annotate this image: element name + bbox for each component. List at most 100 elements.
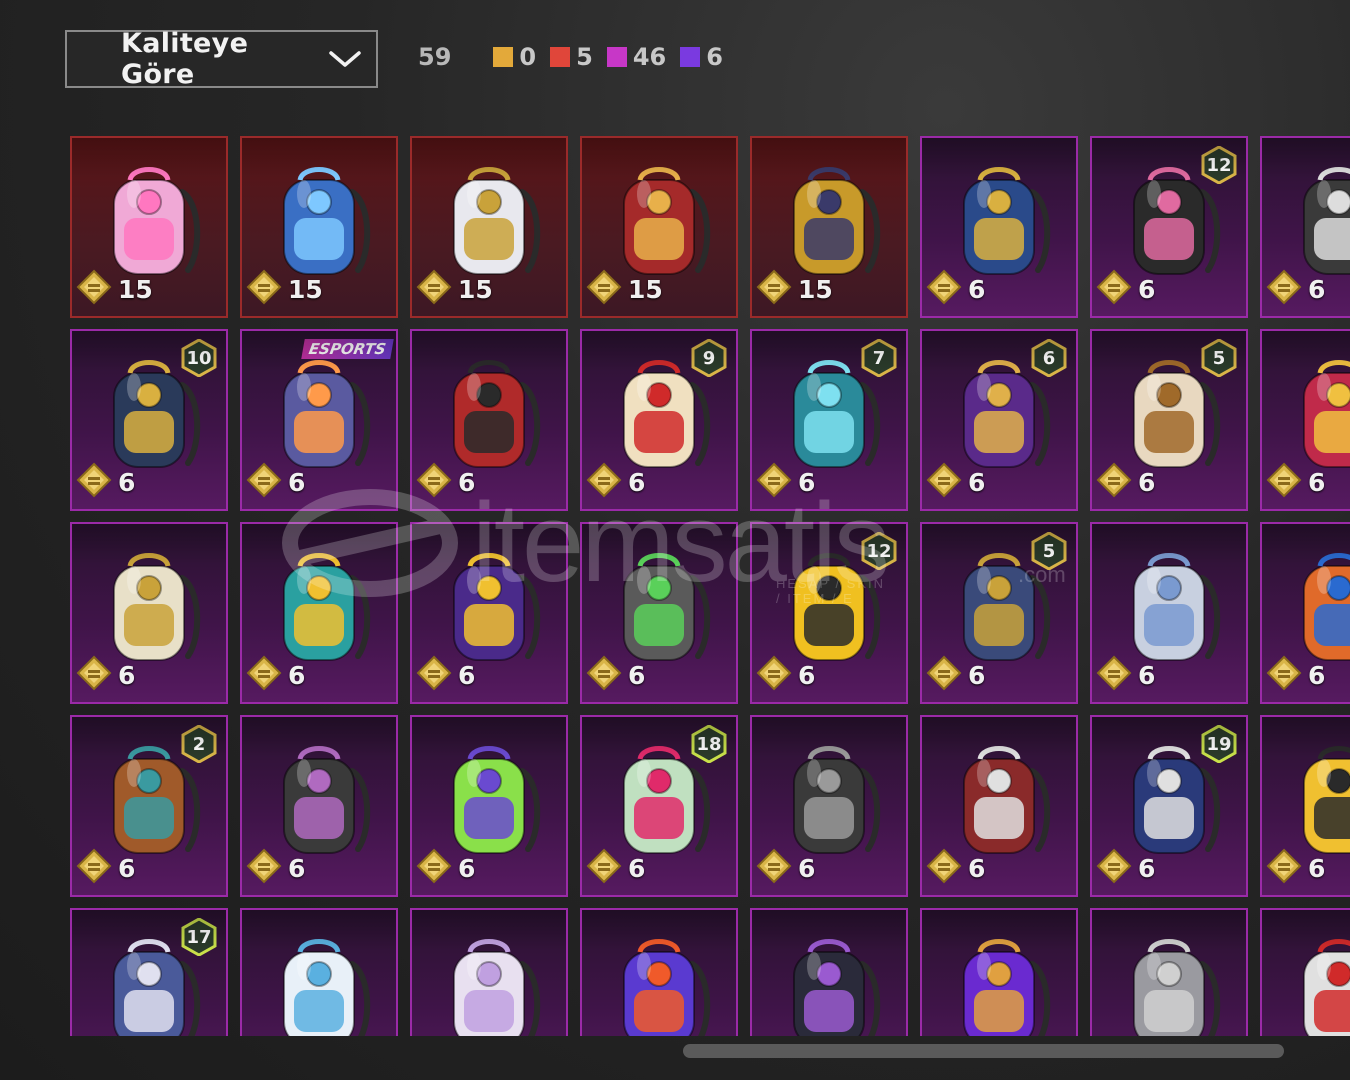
item-card[interactable]: 2 6 bbox=[70, 715, 228, 897]
item-card[interactable]: 5 6 bbox=[1090, 329, 1248, 511]
coin-icon bbox=[1266, 269, 1302, 310]
item-card[interactable]: 6 bbox=[580, 522, 738, 704]
item-card[interactable]: 19 6 bbox=[1090, 715, 1248, 897]
item-card[interactable]: 7 6 bbox=[750, 329, 908, 511]
item-card[interactable]: ESPORTS 6 bbox=[240, 329, 398, 511]
coin-icon bbox=[756, 848, 792, 889]
price-value: 15 bbox=[118, 275, 153, 304]
item-card[interactable] bbox=[750, 908, 908, 1036]
price-tag: 6 bbox=[926, 655, 985, 696]
price-tag: 6 bbox=[586, 462, 645, 503]
item-card[interactable]: 6 bbox=[1090, 522, 1248, 704]
item-card[interactable]: 12 6 bbox=[1090, 136, 1248, 318]
item-card[interactable] bbox=[1260, 908, 1350, 1036]
level-badge: 5 bbox=[1030, 532, 1068, 570]
price-tag: 6 bbox=[756, 655, 815, 696]
coin-icon bbox=[76, 269, 112, 310]
price-tag: 6 bbox=[1266, 655, 1325, 696]
red-square-icon bbox=[550, 47, 571, 67]
coin-icon bbox=[586, 462, 622, 503]
price-value: 6 bbox=[118, 854, 136, 883]
coin-icon bbox=[1096, 848, 1132, 889]
item-card[interactable]: 6 bbox=[410, 329, 568, 511]
coin-icon bbox=[586, 655, 622, 696]
item-card[interactable]: 6 bbox=[1260, 715, 1350, 897]
item-card[interactable]: 6 bbox=[1260, 329, 1350, 511]
coin-icon bbox=[586, 269, 622, 310]
price-tag: 6 bbox=[416, 655, 475, 696]
price-value: 6 bbox=[288, 661, 306, 690]
level-badge-value: 6 bbox=[1042, 347, 1056, 369]
item-card[interactable] bbox=[580, 908, 738, 1036]
price-tag: 6 bbox=[246, 848, 305, 889]
item-card[interactable]: 9 6 bbox=[580, 329, 738, 511]
quality-count-gold: 0 bbox=[493, 43, 536, 71]
price-tag: 6 bbox=[1096, 269, 1155, 310]
level-badge: 5 bbox=[1200, 339, 1238, 377]
price-value: 6 bbox=[968, 854, 986, 883]
item-card[interactable]: 15 bbox=[580, 136, 738, 318]
price-tag: 6 bbox=[586, 655, 645, 696]
price-value: 6 bbox=[1138, 275, 1156, 304]
coin-icon bbox=[416, 269, 452, 310]
coin-icon bbox=[416, 462, 452, 503]
item-card[interactable] bbox=[920, 908, 1078, 1036]
item-card[interactable]: 18 6 bbox=[580, 715, 738, 897]
item-card[interactable]: 6 bbox=[920, 136, 1078, 318]
price-tag: 6 bbox=[1096, 462, 1155, 503]
item-card[interactable]: 6 bbox=[750, 715, 908, 897]
price-value: 6 bbox=[118, 661, 136, 690]
price-value: 6 bbox=[968, 275, 986, 304]
item-card[interactable]: 12 6 bbox=[750, 522, 908, 704]
level-badge: 17 bbox=[180, 918, 218, 956]
item-card[interactable]: 6 bbox=[1260, 136, 1350, 318]
item-card[interactable] bbox=[1090, 908, 1248, 1036]
item-card[interactable]: 6 bbox=[920, 715, 1078, 897]
level-badge-value: 12 bbox=[866, 540, 892, 562]
coin-icon bbox=[1266, 848, 1302, 889]
level-badge: 19 bbox=[1200, 725, 1238, 763]
level-badge: 12 bbox=[1200, 146, 1238, 184]
coin-icon bbox=[586, 848, 622, 889]
coin-icon bbox=[246, 462, 282, 503]
item-card[interactable]: 15 bbox=[750, 136, 908, 318]
coin-icon bbox=[926, 848, 962, 889]
price-value: 6 bbox=[798, 468, 816, 497]
item-card[interactable]: 10 6 bbox=[70, 329, 228, 511]
pink-square-icon bbox=[606, 47, 627, 67]
price-tag: 6 bbox=[926, 848, 985, 889]
item-card[interactable]: 6 bbox=[1260, 522, 1350, 704]
quality-count-purple: 6 bbox=[680, 43, 723, 71]
item-card[interactable]: 6 6 bbox=[920, 329, 1078, 511]
price-tag: 6 bbox=[1266, 462, 1325, 503]
price-value: 6 bbox=[1308, 854, 1326, 883]
item-card[interactable]: 6 bbox=[240, 522, 398, 704]
item-card[interactable] bbox=[410, 908, 568, 1036]
purple-wing-backpack-icon bbox=[946, 930, 1056, 1036]
item-card[interactable]: 6 bbox=[410, 715, 568, 897]
item-card[interactable]: 17 bbox=[70, 908, 228, 1036]
purple-square-icon bbox=[680, 47, 701, 67]
price-value: 15 bbox=[458, 275, 493, 304]
item-card[interactable]: 5 6 bbox=[920, 522, 1078, 704]
level-badge-value: 12 bbox=[1206, 154, 1232, 176]
sort-dropdown[interactable]: Kaliteye Göre bbox=[65, 28, 378, 90]
item-card[interactable]: 15 bbox=[240, 136, 398, 318]
item-card[interactable]: 6 bbox=[410, 522, 568, 704]
price-value: 6 bbox=[1138, 854, 1156, 883]
item-card[interactable]: 15 bbox=[70, 136, 228, 318]
price-tag: 6 bbox=[416, 462, 475, 503]
coin-icon bbox=[756, 462, 792, 503]
item-card[interactable]: 15 bbox=[410, 136, 568, 318]
quality-counts: 59 0 5 46 6 bbox=[418, 40, 737, 74]
item-card[interactable] bbox=[240, 908, 398, 1036]
item-card[interactable]: 6 bbox=[240, 715, 398, 897]
coin-icon bbox=[1096, 655, 1132, 696]
price-tag: 6 bbox=[756, 848, 815, 889]
item-card[interactable]: 6 bbox=[70, 522, 228, 704]
horizontal-scrollbar[interactable] bbox=[683, 1044, 1284, 1058]
price-tag: 6 bbox=[1096, 655, 1155, 696]
level-badge-value: 19 bbox=[1206, 733, 1232, 755]
price-value: 6 bbox=[798, 854, 816, 883]
price-tag: 6 bbox=[756, 462, 815, 503]
